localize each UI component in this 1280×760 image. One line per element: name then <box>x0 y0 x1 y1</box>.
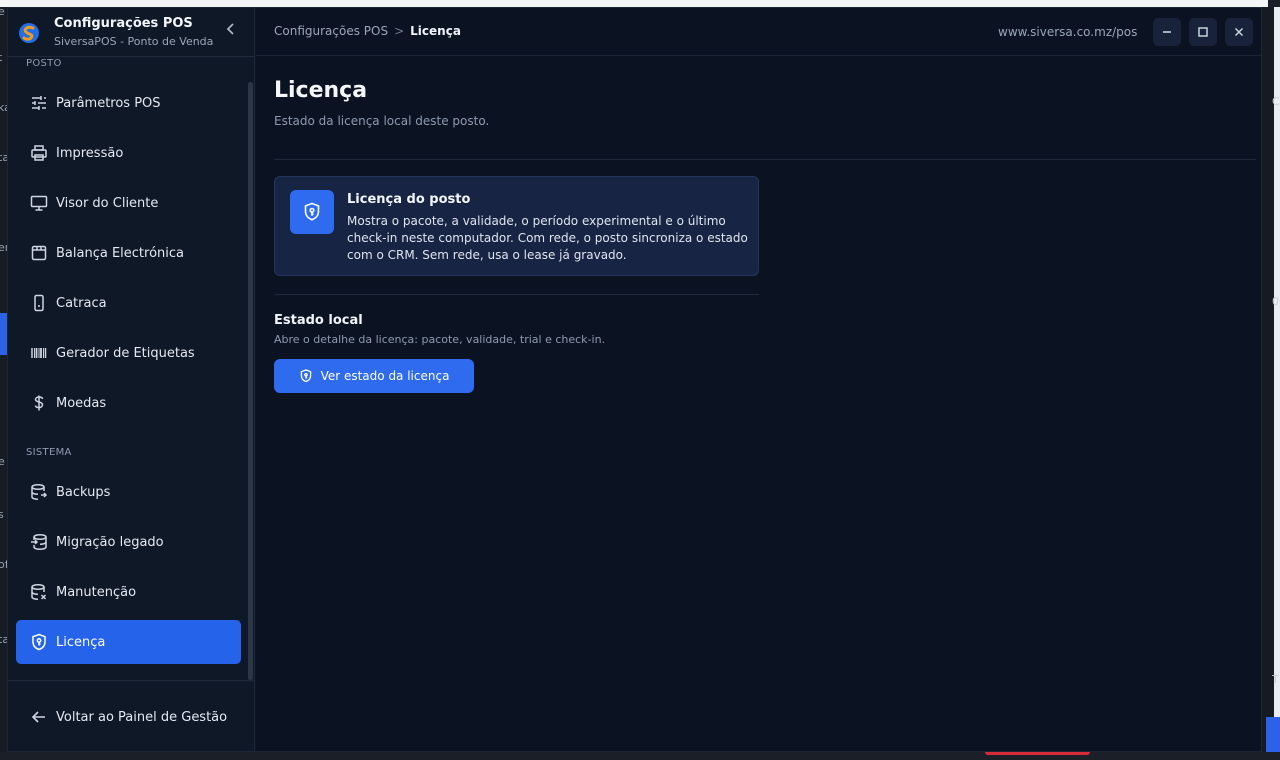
divider <box>274 294 759 295</box>
breadcrumb-current: Licença <box>410 24 461 38</box>
minimize-button[interactable] <box>1153 18 1181 46</box>
monitor-icon <box>16 181 56 225</box>
collapse-sidebar-button[interactable] <box>222 22 240 40</box>
scale-icon <box>16 231 56 275</box>
local-state-title: Estado local <box>274 313 363 328</box>
sidebar-item-gerador-de-etiquetas[interactable]: Gerador de Etiquetas <box>16 331 241 375</box>
app-logo-icon <box>19 23 39 43</box>
shield-key-icon <box>290 190 334 234</box>
arrow-left-icon <box>16 695 56 739</box>
sidebar-item-visor-do-cliente[interactable]: Visor do Cliente <box>16 181 241 225</box>
shield-key-icon <box>16 620 56 664</box>
info-card-body: Mostra o pacote, a validade, o período e… <box>347 214 748 262</box>
sidebar-item-licenca[interactable]: Licença <box>16 620 241 664</box>
page-subtitle: Estado da licença local deste posto. <box>274 114 490 128</box>
dollar-icon <box>16 381 56 425</box>
sidebar-item-parametros-pos[interactable]: Parâmetros POS <box>16 81 241 125</box>
sidebar-item-balanca-electronica[interactable]: Balança Electrónica <box>16 231 241 275</box>
minimize-icon <box>1163 31 1171 33</box>
sidebar-item-impressao[interactable]: Impressão <box>16 131 241 175</box>
section-label-posto: POSTO <box>26 58 62 69</box>
maximize-icon <box>1198 27 1208 37</box>
sidebar-item-manutencao[interactable]: Manutenção <box>16 570 241 614</box>
local-state-subtitle: Abre o detalhe da licença: pacote, valid… <box>274 333 606 346</box>
app-title: Configurações POS <box>54 16 193 31</box>
barcode-icon <box>16 331 56 375</box>
turnstile-icon <box>16 281 56 325</box>
database-import-icon <box>16 520 56 564</box>
breadcrumb: Configurações POS > Licença <box>274 24 461 38</box>
brand-header: Configurações POS SiversaPOS - Ponto de … <box>8 8 255 56</box>
website-url: www.siversa.co.mz/pos <box>998 25 1138 39</box>
main-content: Configurações POS > Licença www.siversa.co… <box>256 8 1261 751</box>
sidebar-scrollbar[interactable] <box>248 82 253 680</box>
breadcrumb-separator: > <box>394 24 405 38</box>
settings-window: Configurações POS SiversaPOS - Ponto de … <box>7 7 1262 752</box>
license-info-card: Licença do posto Mostra o pacote, a vali… <box>274 176 759 276</box>
background-app-right: C 0 T <box>1262 7 1280 760</box>
shield-key-icon <box>300 369 311 383</box>
maximize-button[interactable] <box>1189 18 1217 46</box>
sidebar-item-moedas[interactable]: Moedas <box>16 381 241 425</box>
title-bar: Configurações POS > Licença www.siversa.co… <box>256 8 1261 56</box>
close-icon <box>1234 27 1244 37</box>
close-button[interactable] <box>1225 18 1253 46</box>
chevron-left-icon <box>226 23 234 35</box>
breadcrumb-parent[interactable]: Configurações POS <box>274 24 388 38</box>
database-backup-icon <box>16 470 56 514</box>
sidebar-item-backups[interactable]: Backups <box>16 470 241 514</box>
background-window-strip <box>0 0 1280 7</box>
app-subtitle: SiversaPOS - Ponto de Venda <box>54 35 214 48</box>
sliders-icon <box>16 81 56 125</box>
sidebar-item-migracao-legado[interactable]: Migração legado <box>16 520 241 564</box>
section-label-sistema: SISTEMA <box>26 447 72 458</box>
database-x-icon <box>16 570 56 614</box>
divider <box>274 159 1256 160</box>
sidebar-item-catraca[interactable]: Catraca <box>16 281 241 325</box>
background-app-left: e t ka ta er e s of ta <box>0 7 7 760</box>
info-card-title: Licença do posto <box>347 192 471 207</box>
back-to-dashboard-link[interactable]: Voltar ao Painel de Gestão <box>16 695 241 739</box>
view-license-status-button[interactable]: Ver estado da licença <box>274 359 474 393</box>
page-title: Licença <box>274 78 368 103</box>
printer-icon <box>16 131 56 175</box>
sidebar: Configurações POS SiversaPOS - Ponto de … <box>8 8 255 751</box>
background-taskbar <box>0 752 1280 760</box>
